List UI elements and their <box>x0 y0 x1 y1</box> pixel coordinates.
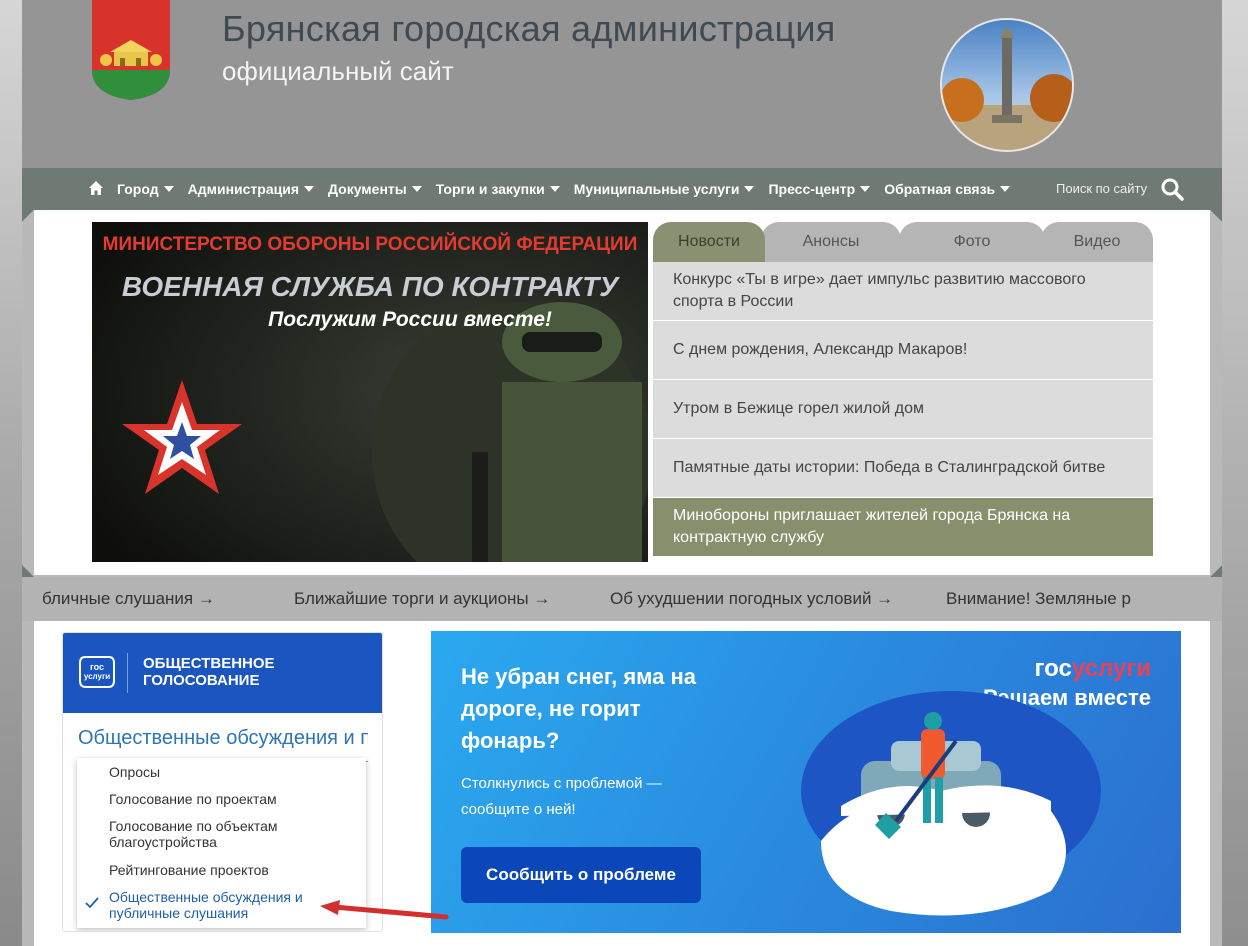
news-tabs-panel: Новости Анонсы Фото Видео Конкурс «Ты в … <box>653 222 1153 562</box>
ticker-item[interactable]: Ближайшие торги и аукционы → <box>294 589 610 609</box>
gosuslugi-logo-icon: гос услуги <box>79 656 115 688</box>
svg-text:услуги: услуги <box>84 672 110 681</box>
nav-label: Документы <box>328 181 407 197</box>
chevron-down-icon <box>549 186 560 192</box>
ticker-track: бличные слушания → Ближайшие торги и аук… <box>42 589 1131 609</box>
city-crest-icon[interactable] <box>92 0 170 100</box>
ribbon-fold-right <box>1210 210 1222 222</box>
chevron-down-icon <box>163 186 174 192</box>
tab-video[interactable]: Видео <box>1041 222 1153 262</box>
ribbon-fold-left <box>22 210 34 222</box>
tab-news[interactable]: Новости <box>653 222 765 262</box>
nav-item-administration[interactable]: Администрация <box>188 181 314 197</box>
ticker-fold-left <box>22 565 34 577</box>
site-title[interactable]: Брянская городская администрация <box>222 8 836 50</box>
title-line: ГОЛОСОВАНИЕ <box>143 672 260 689</box>
banner-headline: ВОЕННАЯ СЛУЖБА ПО КОНТРАКТУ <box>122 271 620 302</box>
nav-label: Администрация <box>187 181 299 197</box>
ticker-item[interactable]: бличные слушания → <box>42 589 294 609</box>
news-list: Конкурс «Ты в игре» дает импульс развити… <box>653 262 1153 557</box>
site-subtitle: официальный сайт <box>222 56 454 86</box>
snow-shoveling-illustration <box>801 691 1101 916</box>
banner-slogan: Послужим России вместе! <box>268 308 552 331</box>
nav-label: Торги и закупки <box>435 181 545 197</box>
report-problem-button[interactable]: Сообщить о проблеме <box>461 847 701 903</box>
contract-service-banner[interactable]: МИНИСТЕРСТВО ОБОРОНЫ РОССИЙСКОЙ ФЕДЕРАЦИ… <box>92 222 648 562</box>
divider <box>127 653 128 693</box>
ticker-item[interactable]: Внимание! Земляные р <box>946 589 1131 609</box>
main-navigation: Город Администрация Документы Торги и за… <box>22 168 1222 210</box>
nav-item-city[interactable]: Город <box>117 181 174 197</box>
nav-label: Пресс-центр <box>768 181 856 197</box>
nav-label: Город <box>117 181 159 197</box>
chevron-down-icon <box>411 186 422 192</box>
dropdown-option[interactable]: Голосование по объектам благоустройства <box>109 818 349 850</box>
nav-label: Обратная связь <box>884 181 996 197</box>
banner-ministry-text: МИНИСТЕРСТВО ОБОРОНЫ РОССИЙСКОЙ ФЕДЕРАЦИ… <box>103 233 638 255</box>
dropdown-option-selected[interactable]: Общественные обсуждения и публичные слуш… <box>109 889 349 921</box>
news-item[interactable]: С днем рождения, Александр Макаров! <box>653 321 1153 380</box>
chevron-down-icon <box>304 186 314 192</box>
page-background-right <box>1222 0 1248 946</box>
voting-category-select[interactable]: Общественные обсуждения и публичные слуш… <box>78 727 368 762</box>
brand-part: услуги <box>1071 655 1151 682</box>
nav-menu: Город Администрация Документы Торги и за… <box>117 168 1011 210</box>
dropdown-option[interactable]: Рейтингование проектов <box>109 862 349 878</box>
city-monument-photo[interactable] <box>940 18 1074 152</box>
dropdown-option[interactable]: Голосование по проектам <box>109 791 349 807</box>
voting-widget-title: ОБЩЕСТВЕННОЕ ГОЛОСОВАНИЕ <box>143 655 275 689</box>
nav-item-feedback[interactable]: Обратная связь <box>884 181 1011 197</box>
banner-text: Столкнулись с проблемой — сообщите о ней… <box>461 775 662 818</box>
home-icon[interactable] <box>88 180 104 196</box>
ticker-item[interactable]: Об ухудшении погодных условий → <box>610 589 946 609</box>
brand-part: гос <box>1034 655 1072 682</box>
dropdown-option[interactable]: Опросы <box>109 764 349 780</box>
news-item[interactable]: Памятные даты истории: Победа в Сталингр… <box>653 439 1153 498</box>
check-icon <box>85 897 99 909</box>
chevron-down-icon <box>744 186 755 192</box>
tab-announcements[interactable]: Анонсы <box>761 222 901 262</box>
voting-widget-header: гос услуги ОБЩЕСТВЕННОЕ ГОЛОСОВАНИЕ <box>63 633 382 713</box>
nav-label: Муниципальные услуги <box>573 181 740 197</box>
nav-item-tenders[interactable]: Торги и закупки <box>436 181 560 197</box>
gosuslugi-report-banner[interactable]: Не убран снег, яма на дороге, не горит ф… <box>431 631 1181 933</box>
site-search-link[interactable]: Поиск по сайту <box>1056 181 1147 196</box>
svg-text:гос: гос <box>90 662 104 672</box>
banner-headline: Не убран снег, яма на дороге, не горит ф… <box>461 664 697 753</box>
tab-photo[interactable]: Фото <box>899 222 1045 262</box>
page-background-left <box>0 0 22 946</box>
news-item[interactable]: Конкурс «Ты в игре» дает импульс развити… <box>653 262 1153 321</box>
news-ticker: бличные слушания → Ближайшие торги и аук… <box>22 577 1222 621</box>
chevron-down-icon <box>860 186 871 192</box>
tab-bar: Новости Анонсы Фото Видео <box>653 222 1153 262</box>
news-item[interactable]: Утром в Бежице горел жилой дом <box>653 380 1153 439</box>
news-item-active[interactable]: Минобороны приглашает жителей города Бря… <box>653 498 1153 557</box>
title-line: ОБЩЕСТВЕННОЕ <box>143 655 275 672</box>
nav-item-municipal-services[interactable]: Муниципальные услуги <box>574 181 755 197</box>
nav-item-press-center[interactable]: Пресс-центр <box>768 181 871 197</box>
site-header: Брянская городская администрация официал… <box>22 0 1222 168</box>
annotation-arrow-icon <box>320 900 449 920</box>
chevron-down-icon <box>1000 186 1011 192</box>
search-icon[interactable] <box>1160 177 1184 201</box>
public-voting-widget: гос услуги ОБЩЕСТВЕННОЕ ГОЛОСОВАНИЕ Обще… <box>62 632 383 932</box>
ticker-fold-right <box>1210 565 1222 577</box>
nav-item-documents[interactable]: Документы <box>328 181 422 197</box>
